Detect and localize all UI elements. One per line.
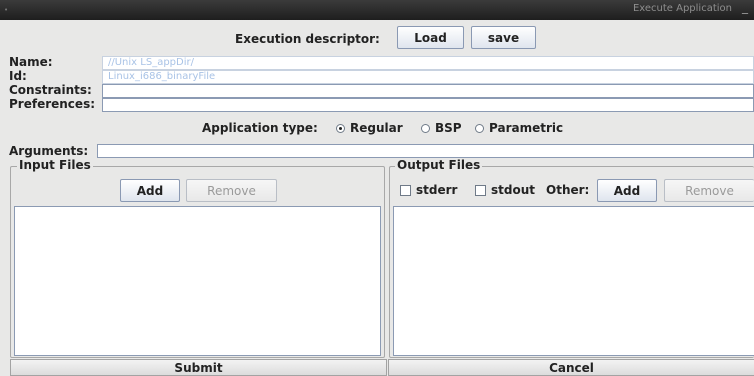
bsp-radio[interactable] (421, 124, 430, 133)
regular-radio[interactable] (336, 124, 345, 133)
output-add-button[interactable]: Add (597, 179, 657, 202)
window-menu-icon[interactable]: • (4, 6, 8, 14)
input-remove-button[interactable]: Remove (186, 179, 277, 202)
preferences-field[interactable] (102, 98, 754, 112)
output-files-list[interactable] (393, 206, 754, 356)
constraints-field[interactable] (102, 84, 754, 98)
parametric-radio-label[interactable]: Parametric (489, 121, 563, 135)
submit-button[interactable]: Submit (10, 359, 387, 376)
input-add-button[interactable]: Add (120, 179, 180, 202)
input-files-title: Input Files (17, 158, 93, 172)
stdout-label[interactable]: stdout (491, 183, 535, 197)
other-label: Other: (546, 183, 590, 197)
minimize-icon[interactable]: _ (742, 0, 748, 14)
window-titlebar: • Execute Application _ (0, 0, 754, 20)
output-remove-button[interactable]: Remove (664, 179, 754, 202)
output-files-title: Output Files (395, 158, 483, 172)
name-label: Name: (9, 55, 53, 69)
input-files-list[interactable] (14, 206, 381, 356)
load-button[interactable]: Load (397, 26, 464, 49)
arguments-field[interactable] (97, 144, 754, 158)
save-button[interactable]: save (471, 26, 536, 49)
stderr-label[interactable]: stderr (416, 183, 457, 197)
application-type-label: Application type: (202, 121, 318, 135)
execution-descriptor-label: Execution descriptor: (235, 32, 380, 46)
window-title: Execute Application (632, 3, 732, 14)
preferences-label: Preferences: (9, 97, 96, 111)
stdout-checkbox[interactable] (475, 185, 486, 196)
parametric-radio[interactable] (475, 124, 484, 133)
constraints-label: Constraints: (9, 83, 92, 97)
cancel-button[interactable]: Cancel (388, 359, 754, 376)
regular-radio-label[interactable]: Regular (350, 121, 403, 135)
bsp-radio-label[interactable]: BSP (435, 121, 462, 135)
name-field[interactable]: //Unix LS_appDir/ (102, 56, 754, 70)
id-label: Id: (9, 69, 27, 83)
arguments-label: Arguments: (9, 144, 89, 158)
stderr-checkbox[interactable] (400, 185, 411, 196)
id-field[interactable]: Linux_i686_binaryFile (102, 70, 754, 84)
